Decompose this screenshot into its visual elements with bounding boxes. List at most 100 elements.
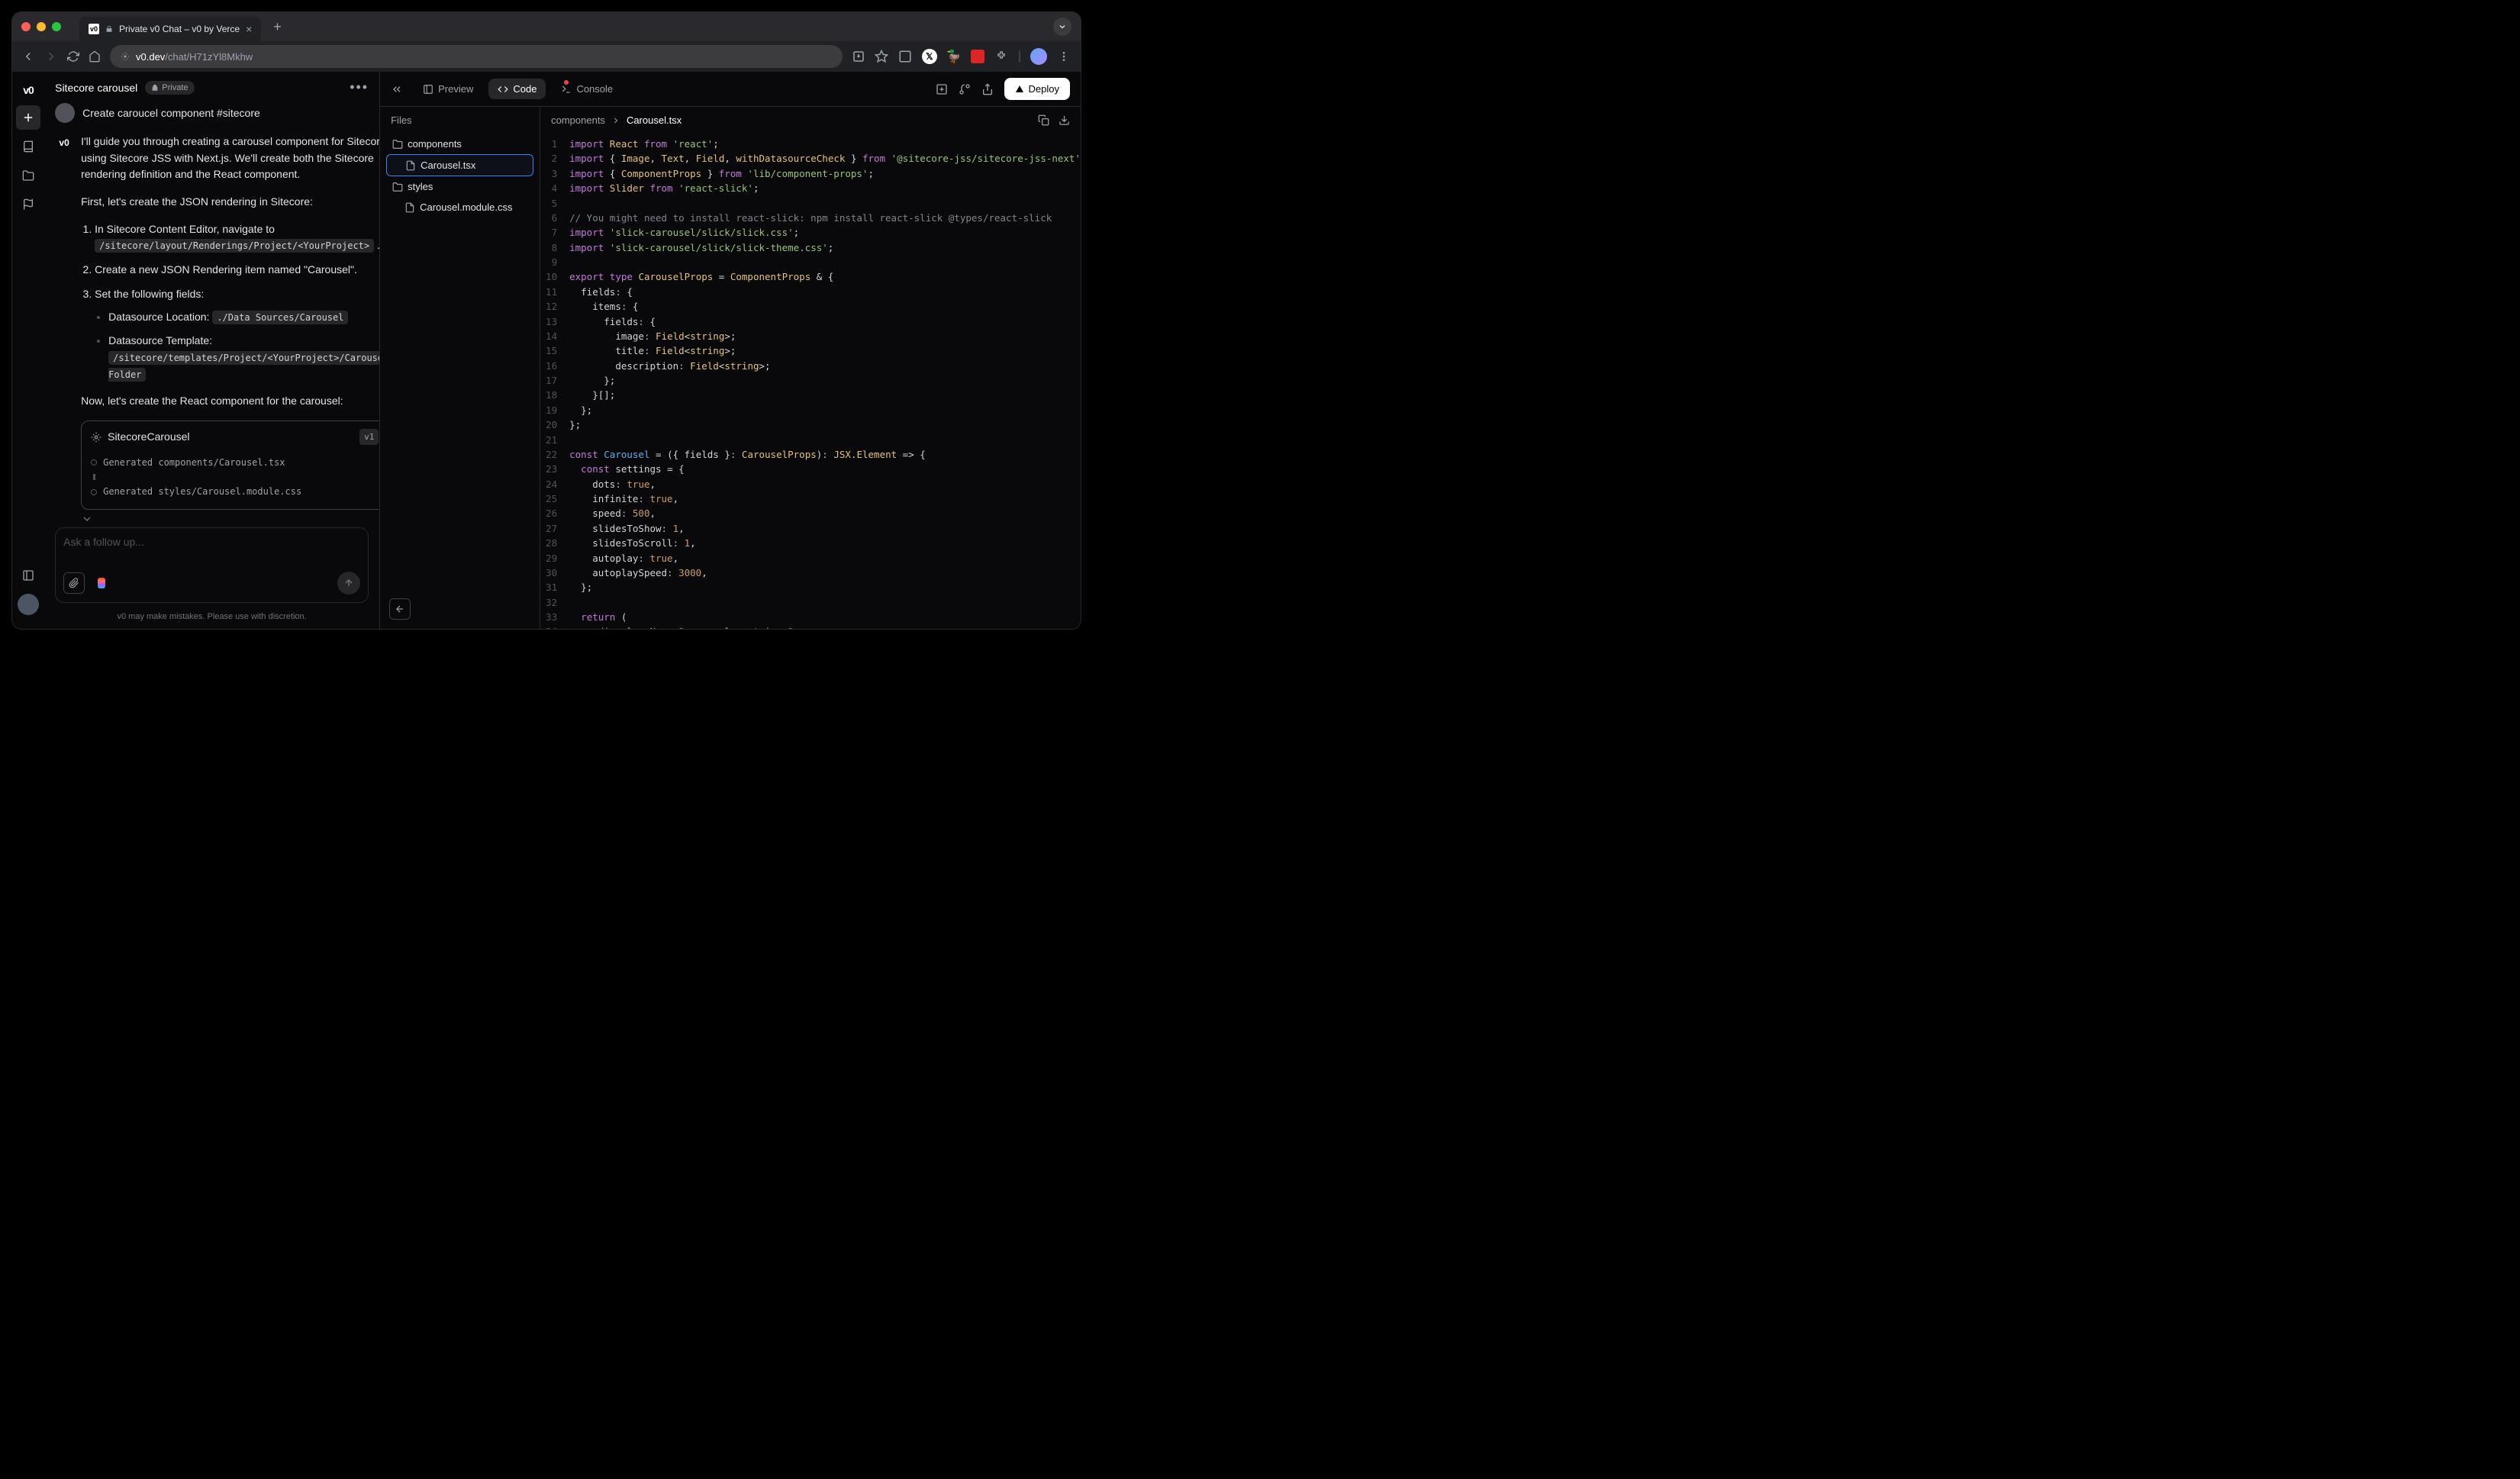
window-controls xyxy=(21,22,61,31)
collapse-right-button[interactable] xyxy=(391,83,403,95)
code-inline: ./Data Sources/Carousel xyxy=(212,311,348,324)
code-line[interactable]: 18 }[]; xyxy=(540,388,1081,402)
code-line[interactable]: 21 xyxy=(540,433,1081,447)
fork-button[interactable] xyxy=(959,83,971,95)
code-line[interactable]: 25 infinite: true, xyxy=(540,491,1081,506)
code-line[interactable]: 34 <div className="carousel-container"> xyxy=(540,624,1081,629)
code-line[interactable]: 32 xyxy=(540,595,1081,610)
attach-button[interactable] xyxy=(63,572,85,594)
code-line[interactable]: 12 items: { xyxy=(540,299,1081,314)
lock-icon xyxy=(105,25,113,33)
url-input[interactable]: v0.dev/chat/H71zYl8Mkhw xyxy=(110,45,843,68)
user-message: Create caroucel component #sitecore xyxy=(55,103,369,123)
url-bar: v0.dev/chat/H71zYl8Mkhw 𝕏 🦆 | xyxy=(12,41,1081,72)
download-code-button[interactable] xyxy=(1059,114,1070,126)
code-line[interactable]: 14 image: Field<string>; xyxy=(540,329,1081,343)
expand-card-button[interactable] xyxy=(81,513,379,525)
extension-icon[interactable] xyxy=(971,50,984,63)
v0-logo[interactable]: v0 xyxy=(18,79,38,101)
code-line[interactable]: 19 }; xyxy=(540,403,1081,417)
copy-code-button[interactable] xyxy=(1038,114,1049,126)
new-chat-button[interactable] xyxy=(16,105,40,130)
folder-icon xyxy=(392,182,403,192)
minimize-window-button[interactable] xyxy=(37,22,46,31)
code-line[interactable]: 9 xyxy=(540,255,1081,269)
code-line[interactable]: 1import React from 'react'; xyxy=(540,137,1081,151)
home-button[interactable] xyxy=(89,50,101,63)
chat-scroll[interactable]: Create caroucel component #sitecore v0 I… xyxy=(44,103,379,527)
browser-tab[interactable]: v0 Private v0 Chat – v0 by Verce × xyxy=(79,17,261,41)
code-line[interactable]: 28 slidesToScroll: 1, xyxy=(540,536,1081,550)
browser-menu-button[interactable] xyxy=(1056,49,1071,64)
folder-components[interactable]: components xyxy=(386,134,533,154)
deploy-button[interactable]: Deploy xyxy=(1004,78,1070,100)
code-line[interactable]: 29 autoplay: true, xyxy=(540,551,1081,566)
feedback-button[interactable] xyxy=(16,192,40,217)
close-window-button[interactable] xyxy=(21,22,31,31)
user-avatar[interactable] xyxy=(18,594,39,615)
projects-button[interactable] xyxy=(16,163,40,188)
code-line[interactable]: 22const Carousel = ({ fields }: Carousel… xyxy=(540,447,1081,462)
code-generation-card[interactable]: SitecoreCarousel v1 Generated components… xyxy=(81,420,379,510)
close-tab-button[interactable]: × xyxy=(246,23,252,35)
figma-icon xyxy=(98,578,105,588)
code-line[interactable]: 10export type CarouselProps = ComponentP… xyxy=(540,269,1081,284)
tabs-overflow-button[interactable] xyxy=(1053,18,1071,36)
extension-icon[interactable] xyxy=(897,49,913,64)
code-line[interactable]: 17 }; xyxy=(540,373,1081,388)
code-line[interactable]: 3import { ComponentProps } from 'lib/com… xyxy=(540,166,1081,181)
forward-button[interactable] xyxy=(44,50,58,63)
file-carousel-css[interactable]: Carousel.module.css xyxy=(386,197,533,218)
library-button[interactable] xyxy=(16,134,40,159)
chat-more-button[interactable]: ••• xyxy=(350,79,369,95)
tab-code[interactable]: Code xyxy=(488,79,546,99)
maximize-window-button[interactable] xyxy=(52,22,61,31)
composer-input[interactable] xyxy=(63,536,360,560)
private-badge[interactable]: Private xyxy=(145,81,194,95)
extension-icons: 𝕏 🦆 | xyxy=(897,48,1071,65)
install-app-button[interactable] xyxy=(852,50,865,63)
code-line[interactable]: 15 title: Field<string>; xyxy=(540,343,1081,358)
back-button[interactable] xyxy=(21,50,35,63)
code-line[interactable]: 2import { Image, Text, Field, withDataso… xyxy=(540,151,1081,166)
code-line[interactable]: 20}; xyxy=(540,417,1081,432)
chat-panel: Sitecore carousel Private ••• Create car… xyxy=(44,72,380,629)
code-line[interactable]: 27 slidesToShow: 1, xyxy=(540,521,1081,536)
toggle-sidebar-button[interactable] xyxy=(16,563,40,588)
code-line[interactable]: 13 fields: { xyxy=(540,314,1081,329)
share-button[interactable] xyxy=(981,83,994,95)
file-carousel-tsx[interactable]: Carousel.tsx xyxy=(386,154,533,176)
assistant-message: v0 I'll guide you through creating a car… xyxy=(55,134,369,527)
tab-preview[interactable]: Preview xyxy=(414,79,482,99)
code-line[interactable]: 7import 'slick-carousel/slick/slick.css'… xyxy=(540,225,1081,240)
code-line[interactable]: 5 xyxy=(540,196,1081,211)
code-line[interactable]: 30 autoplaySpeed: 3000, xyxy=(540,566,1081,580)
send-button[interactable] xyxy=(337,572,360,594)
extension-icon[interactable]: 🦆 xyxy=(946,49,962,64)
x-extension-icon[interactable]: 𝕏 xyxy=(922,49,937,64)
code-line[interactable]: 23 const settings = { xyxy=(540,462,1081,476)
figma-button[interactable] xyxy=(91,572,112,594)
user-avatar-icon xyxy=(55,103,75,123)
folder-styles[interactable]: styles xyxy=(386,176,533,197)
code-line[interactable]: 26 speed: 500, xyxy=(540,506,1081,520)
code-line[interactable]: 31 }; xyxy=(540,580,1081,594)
extensions-button[interactable] xyxy=(994,49,1009,64)
tab-console[interactable]: Console xyxy=(552,79,622,99)
bookmark-button[interactable] xyxy=(875,50,888,63)
code-line[interactable]: 4import Slider from 'react-slick'; xyxy=(540,181,1081,195)
profile-avatar[interactable] xyxy=(1030,48,1047,65)
code-line[interactable]: 8import 'slick-carousel/slick/slick-them… xyxy=(540,240,1081,255)
code-line[interactable]: 16 description: Field<string>; xyxy=(540,359,1081,373)
code-line[interactable]: 11 fields: { xyxy=(540,285,1081,299)
breadcrumb-parent[interactable]: components xyxy=(551,114,605,126)
add-to-codebase-button[interactable] xyxy=(936,83,948,95)
new-tab-button[interactable]: + xyxy=(267,19,288,35)
right-header: Preview Code Console Dep xyxy=(380,72,1081,107)
reload-button[interactable] xyxy=(67,50,79,63)
collapse-explorer-button[interactable] xyxy=(389,598,411,620)
code-line[interactable]: 24 dots: true, xyxy=(540,477,1081,491)
code-line[interactable]: 6// You might need to install react-slic… xyxy=(540,211,1081,225)
code-line[interactable]: 33 return ( xyxy=(540,610,1081,624)
code-editor[interactable]: 1import React from 'react';2import { Ima… xyxy=(540,134,1081,629)
